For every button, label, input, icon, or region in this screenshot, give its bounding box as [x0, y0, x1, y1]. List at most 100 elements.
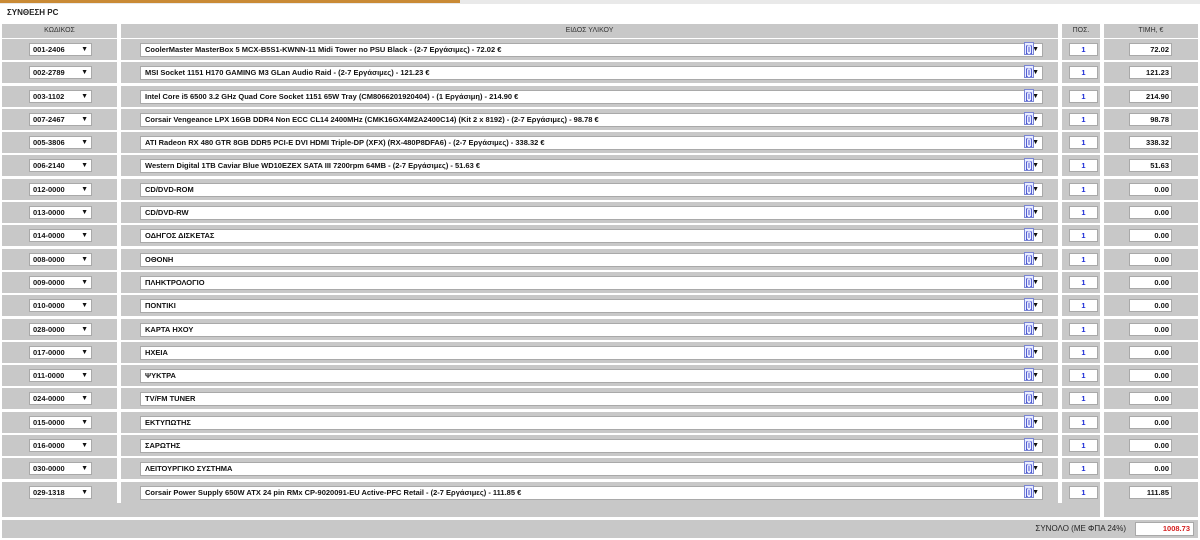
item-select[interactable]: ΠΛΗΚΤΡΟΛΟΓΙΟ ▼ — [140, 275, 1043, 290]
qty-input[interactable]: 1 — [1069, 136, 1098, 150]
item-select[interactable]: ATI Radeon RX 480 GTR 8GB DDR5 PCI-E DVI… — [140, 136, 1043, 151]
code-select[interactable]: 007-2467 ▼ — [29, 112, 92, 126]
item-select[interactable]: Corsair Vengeance LPX 16GB DDR4 Non ECC … — [140, 112, 1043, 127]
code-value: 003-1102 — [33, 91, 65, 101]
info-link[interactable]: [i] — [1024, 135, 1034, 149]
item-select[interactable]: ΗΧΕΙΑ ▼ — [140, 345, 1043, 360]
qty-input[interactable]: 1 — [1069, 66, 1098, 80]
code-cell: 008-0000 ▼ — [2, 248, 117, 270]
code-select[interactable]: 011-0000 ▼ — [29, 369, 92, 383]
price-field: 98.78 — [1129, 112, 1172, 126]
item-select[interactable]: ΣΑΡΩΤΗΣ ▼ — [140, 439, 1043, 454]
item-select[interactable]: ΕΚΤΥΠΩΤΗΣ ▼ — [140, 415, 1043, 430]
item-select[interactable]: CD/DVD-RW ▼ — [140, 206, 1043, 221]
code-select[interactable]: 016-0000 ▼ — [29, 439, 92, 453]
qty-input[interactable]: 1 — [1069, 252, 1098, 266]
info-link[interactable]: [i] — [1024, 251, 1034, 265]
code-select[interactable]: 009-0000 ▼ — [29, 275, 92, 289]
qty-input[interactable]: 1 — [1069, 112, 1098, 126]
info-link[interactable]: [i] — [1024, 344, 1034, 358]
qty-input[interactable]: 1 — [1069, 415, 1098, 429]
qty-input[interactable]: 1 — [1069, 439, 1098, 453]
info-link[interactable]: [i] — [1024, 88, 1034, 102]
code-select[interactable]: 030-0000 ▼ — [29, 462, 92, 476]
qty-input[interactable]: 1 — [1069, 485, 1098, 499]
qty-cell: 1 — [1062, 318, 1100, 340]
info-link[interactable]: [i] — [1024, 484, 1034, 498]
price-field: 0.00 — [1129, 369, 1172, 383]
item-select[interactable]: CoolerMaster MasterBox 5 MCX-B5S1-KWNN-1… — [140, 43, 1043, 57]
code-value: 007-2467 — [33, 114, 65, 124]
qty-input[interactable]: 1 — [1069, 299, 1098, 313]
qty-input[interactable]: 1 — [1069, 89, 1098, 103]
item-select[interactable]: ΠΟΝΤΙΚΙ ▼ — [140, 299, 1043, 314]
code-select[interactable]: 003-1102 ▼ — [29, 89, 92, 103]
item-select[interactable]: MSI Socket 1151 H170 GAMING M3 GLan Audi… — [140, 66, 1043, 81]
qty-input[interactable]: 1 — [1069, 206, 1098, 220]
code-select[interactable]: 010-0000 ▼ — [29, 299, 92, 313]
code-select[interactable]: 002-2789 ▼ — [29, 66, 92, 80]
table-row: 015-0000 ▼ ΕΚΤΥΠΩΤΗΣ ▼ [i] 1 0.00 — [0, 411, 1200, 434]
code-select[interactable]: 015-0000 ▼ — [29, 415, 92, 429]
info-link[interactable]: [i] — [1024, 438, 1034, 452]
code-select[interactable]: 017-0000 ▼ — [29, 345, 92, 359]
info-link[interactable]: [i] — [1024, 391, 1034, 405]
code-select[interactable]: 012-0000 ▼ — [29, 182, 92, 196]
info-link[interactable]: [i] — [1024, 461, 1034, 475]
qty-input[interactable]: 1 — [1069, 275, 1098, 289]
item-select[interactable]: ΟΔΗΓΟΣ ΔΙΣΚΕΤΑΣ ▼ — [140, 229, 1043, 244]
item-select[interactable]: Corsair Power Supply 650W ATX 24 pin RMx… — [140, 485, 1043, 500]
item-select[interactable]: ΟΘΟΝΗ ▼ — [140, 252, 1043, 267]
price-field: 51.63 — [1129, 159, 1172, 173]
code-select[interactable]: 008-0000 ▼ — [29, 252, 92, 266]
qty-input[interactable]: 1 — [1069, 322, 1098, 336]
qty-input[interactable]: 1 — [1069, 182, 1098, 196]
info-link[interactable]: [i] — [1024, 274, 1034, 288]
info-link[interactable]: [i] — [1024, 321, 1034, 335]
item-select[interactable]: Intel Core i5 6500 3.2 GHz Quad Core Soc… — [140, 89, 1043, 104]
code-select[interactable]: 001-2406 ▼ — [29, 43, 92, 56]
chevron-down-icon: ▼ — [81, 325, 88, 333]
table-row: 017-0000 ▼ ΗΧΕΙΑ ▼ [i] 1 0.00 — [0, 341, 1200, 364]
code-select[interactable]: 006-2140 ▼ — [29, 159, 92, 173]
code-value: 009-0000 — [33, 277, 65, 287]
price-cell: 0.00 — [1104, 318, 1198, 340]
code-select[interactable]: 013-0000 ▼ — [29, 206, 92, 220]
info-link[interactable]: [i] — [1024, 42, 1034, 55]
qty-input[interactable]: 1 — [1069, 392, 1098, 406]
info-link[interactable]: [i] — [1024, 205, 1034, 219]
code-cell: 011-0000 ▼ — [2, 365, 117, 387]
info-link[interactable]: [i] — [1024, 414, 1034, 428]
info-link[interactable]: [i] — [1024, 111, 1034, 125]
qty-input[interactable]: 1 — [1069, 462, 1098, 476]
code-select[interactable]: 005-3806 ▼ — [29, 136, 92, 150]
code-select[interactable]: 024-0000 ▼ — [29, 392, 92, 406]
qty-input[interactable]: 1 — [1069, 43, 1098, 56]
qty-input[interactable]: 1 — [1069, 159, 1098, 173]
item-select[interactable]: ΨΥΚΤΡΑ ▼ — [140, 369, 1043, 384]
info-link[interactable]: [i] — [1024, 158, 1034, 172]
info-link[interactable]: [i] — [1024, 65, 1034, 79]
item-select[interactable]: Western Digital 1TB Caviar Blue WD10EZEX… — [140, 159, 1043, 174]
qty-input[interactable]: 1 — [1069, 229, 1098, 243]
code-select[interactable]: 028-0000 ▼ — [29, 322, 92, 336]
info-link[interactable]: [i] — [1024, 368, 1034, 382]
code-select[interactable]: 014-0000 ▼ — [29, 229, 92, 243]
qty-cell: 1 — [1062, 108, 1100, 130]
code-value: 029-1318 — [33, 487, 65, 497]
item-select[interactable]: TV/FM TUNER ▼ — [140, 392, 1043, 407]
item-select[interactable]: CD/DVD-ROM ▼ — [140, 182, 1043, 197]
info-link[interactable]: [i] — [1024, 298, 1034, 312]
qty-input[interactable]: 1 — [1069, 369, 1098, 383]
info-link[interactable]: [i] — [1024, 181, 1034, 195]
item-cell: Corsair Power Supply 650W ATX 24 pin RMx… — [121, 481, 1058, 503]
info-link[interactable]: [i] — [1024, 228, 1034, 242]
item-value: Intel Core i5 6500 3.2 GHz Quad Core Soc… — [145, 91, 519, 101]
price-cell: 0.00 — [1104, 435, 1198, 457]
code-select[interactable]: 029-1318 ▼ — [29, 485, 92, 499]
item-cell: ΣΑΡΩΤΗΣ ▼ [i] — [121, 435, 1058, 457]
qty-input[interactable]: 1 — [1069, 345, 1098, 359]
item-select[interactable]: ΚΑΡΤΑ ΗΧΟΥ ▼ — [140, 322, 1043, 337]
item-select[interactable]: ΛΕΙΤΟΥΡΓΙΚΟ ΣΥΣΤΗΜΑ ▼ — [140, 462, 1043, 477]
item-value: TV/FM TUNER — [145, 394, 196, 404]
